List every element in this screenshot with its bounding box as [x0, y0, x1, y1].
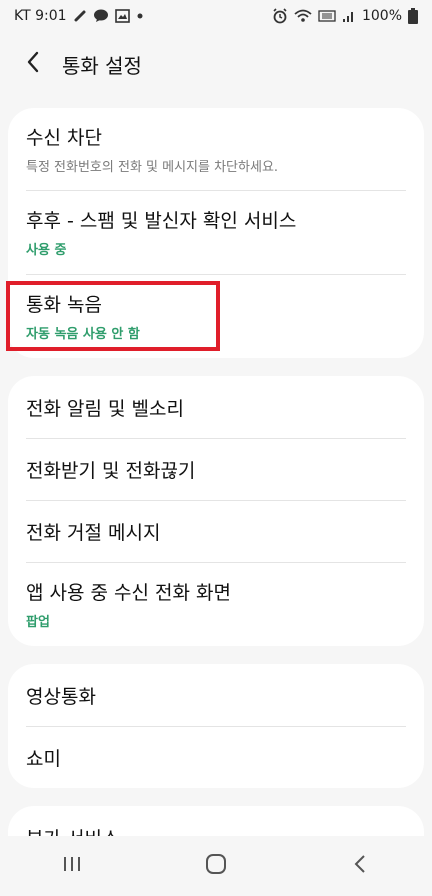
- settings-card-2: 전화 알림 및 벨소리 전화받기 및 전화끊기 전화 거절 메시지 앱 사용 중…: [8, 376, 424, 646]
- settings-card-3: 영상통화 쇼미: [8, 664, 424, 788]
- page-title: 통화 설정: [62, 53, 142, 78]
- carrier-time: KT 9:01: [14, 8, 67, 24]
- battery-percent: 100%: [361, 8, 402, 24]
- chevron-left-icon: [26, 51, 40, 77]
- alarm-icon: [272, 8, 288, 24]
- item-title: 쇼미: [26, 747, 61, 770]
- item-title: 통화 녹음: [26, 294, 102, 316]
- spam-caller-id-item[interactable]: 후후 - 스팸 및 발신자 확인 서비스 사용 중: [8, 190, 424, 274]
- item-title: 전화받기 및 전화끊기: [26, 459, 196, 482]
- item-subtitle: 특정 전화번호의 전화 및 메시지를 차단하세요.: [26, 160, 279, 175]
- link-icon: [73, 9, 87, 23]
- showme-item[interactable]: 쇼미: [8, 726, 424, 788]
- back-button[interactable]: [18, 44, 48, 84]
- call-recording-item[interactable]: 통화 녹음 자동 녹음 사용 안 함: [8, 274, 424, 358]
- call-alerts-ringtone-item[interactable]: 전화 알림 및 벨소리: [8, 376, 424, 438]
- item-status: 팝업: [26, 615, 50, 630]
- settings-card-1: 수신 차단 특정 전화번호의 전화 및 메시지를 차단하세요. 후후 - 스팸 …: [8, 108, 424, 358]
- back-icon: [353, 854, 367, 878]
- item-status: 자동 녹음 사용 안 함: [26, 327, 140, 342]
- incoming-call-display-item[interactable]: 앱 사용 중 수신 전화 화면 팝업: [8, 562, 424, 646]
- dot-icon: [136, 12, 144, 20]
- answer-end-calls-item[interactable]: 전화받기 및 전화끊기: [8, 438, 424, 500]
- battery-icon: [408, 8, 418, 24]
- message-icon: [93, 9, 109, 23]
- navigation-bar: [0, 836, 432, 896]
- status-bar: KT 9:01 100%: [0, 0, 432, 32]
- recents-button[interactable]: [42, 842, 102, 890]
- item-title: 후후 - 스팸 및 발신자 확인 서비스: [26, 210, 297, 232]
- wifi-icon: [294, 9, 312, 23]
- status-left: KT 9:01: [14, 8, 144, 24]
- gallery-icon: [114, 9, 130, 23]
- item-title: 전화 알림 및 벨소리: [26, 397, 184, 420]
- app-bar: 통화 설정: [0, 38, 432, 90]
- nav-back-button[interactable]: [330, 842, 390, 890]
- lte-icon: [318, 10, 336, 22]
- signal-icon: [342, 9, 356, 23]
- item-title: 앱 사용 중 수신 전화 화면: [26, 582, 231, 604]
- item-title: 전화 거절 메시지: [26, 521, 161, 544]
- call-blocking-item[interactable]: 수신 차단 특정 전화번호의 전화 및 메시지를 차단하세요.: [8, 108, 424, 190]
- home-icon: [205, 853, 227, 879]
- reject-messages-item[interactable]: 전화 거절 메시지: [8, 500, 424, 562]
- item-title: 수신 차단: [26, 127, 102, 149]
- recents-icon: [62, 855, 82, 877]
- item-title: 영상통화: [26, 685, 96, 708]
- item-status: 사용 중: [26, 243, 67, 258]
- home-button[interactable]: [186, 842, 246, 890]
- video-call-item[interactable]: 영상통화: [8, 664, 424, 726]
- status-right: 100%: [272, 8, 418, 24]
